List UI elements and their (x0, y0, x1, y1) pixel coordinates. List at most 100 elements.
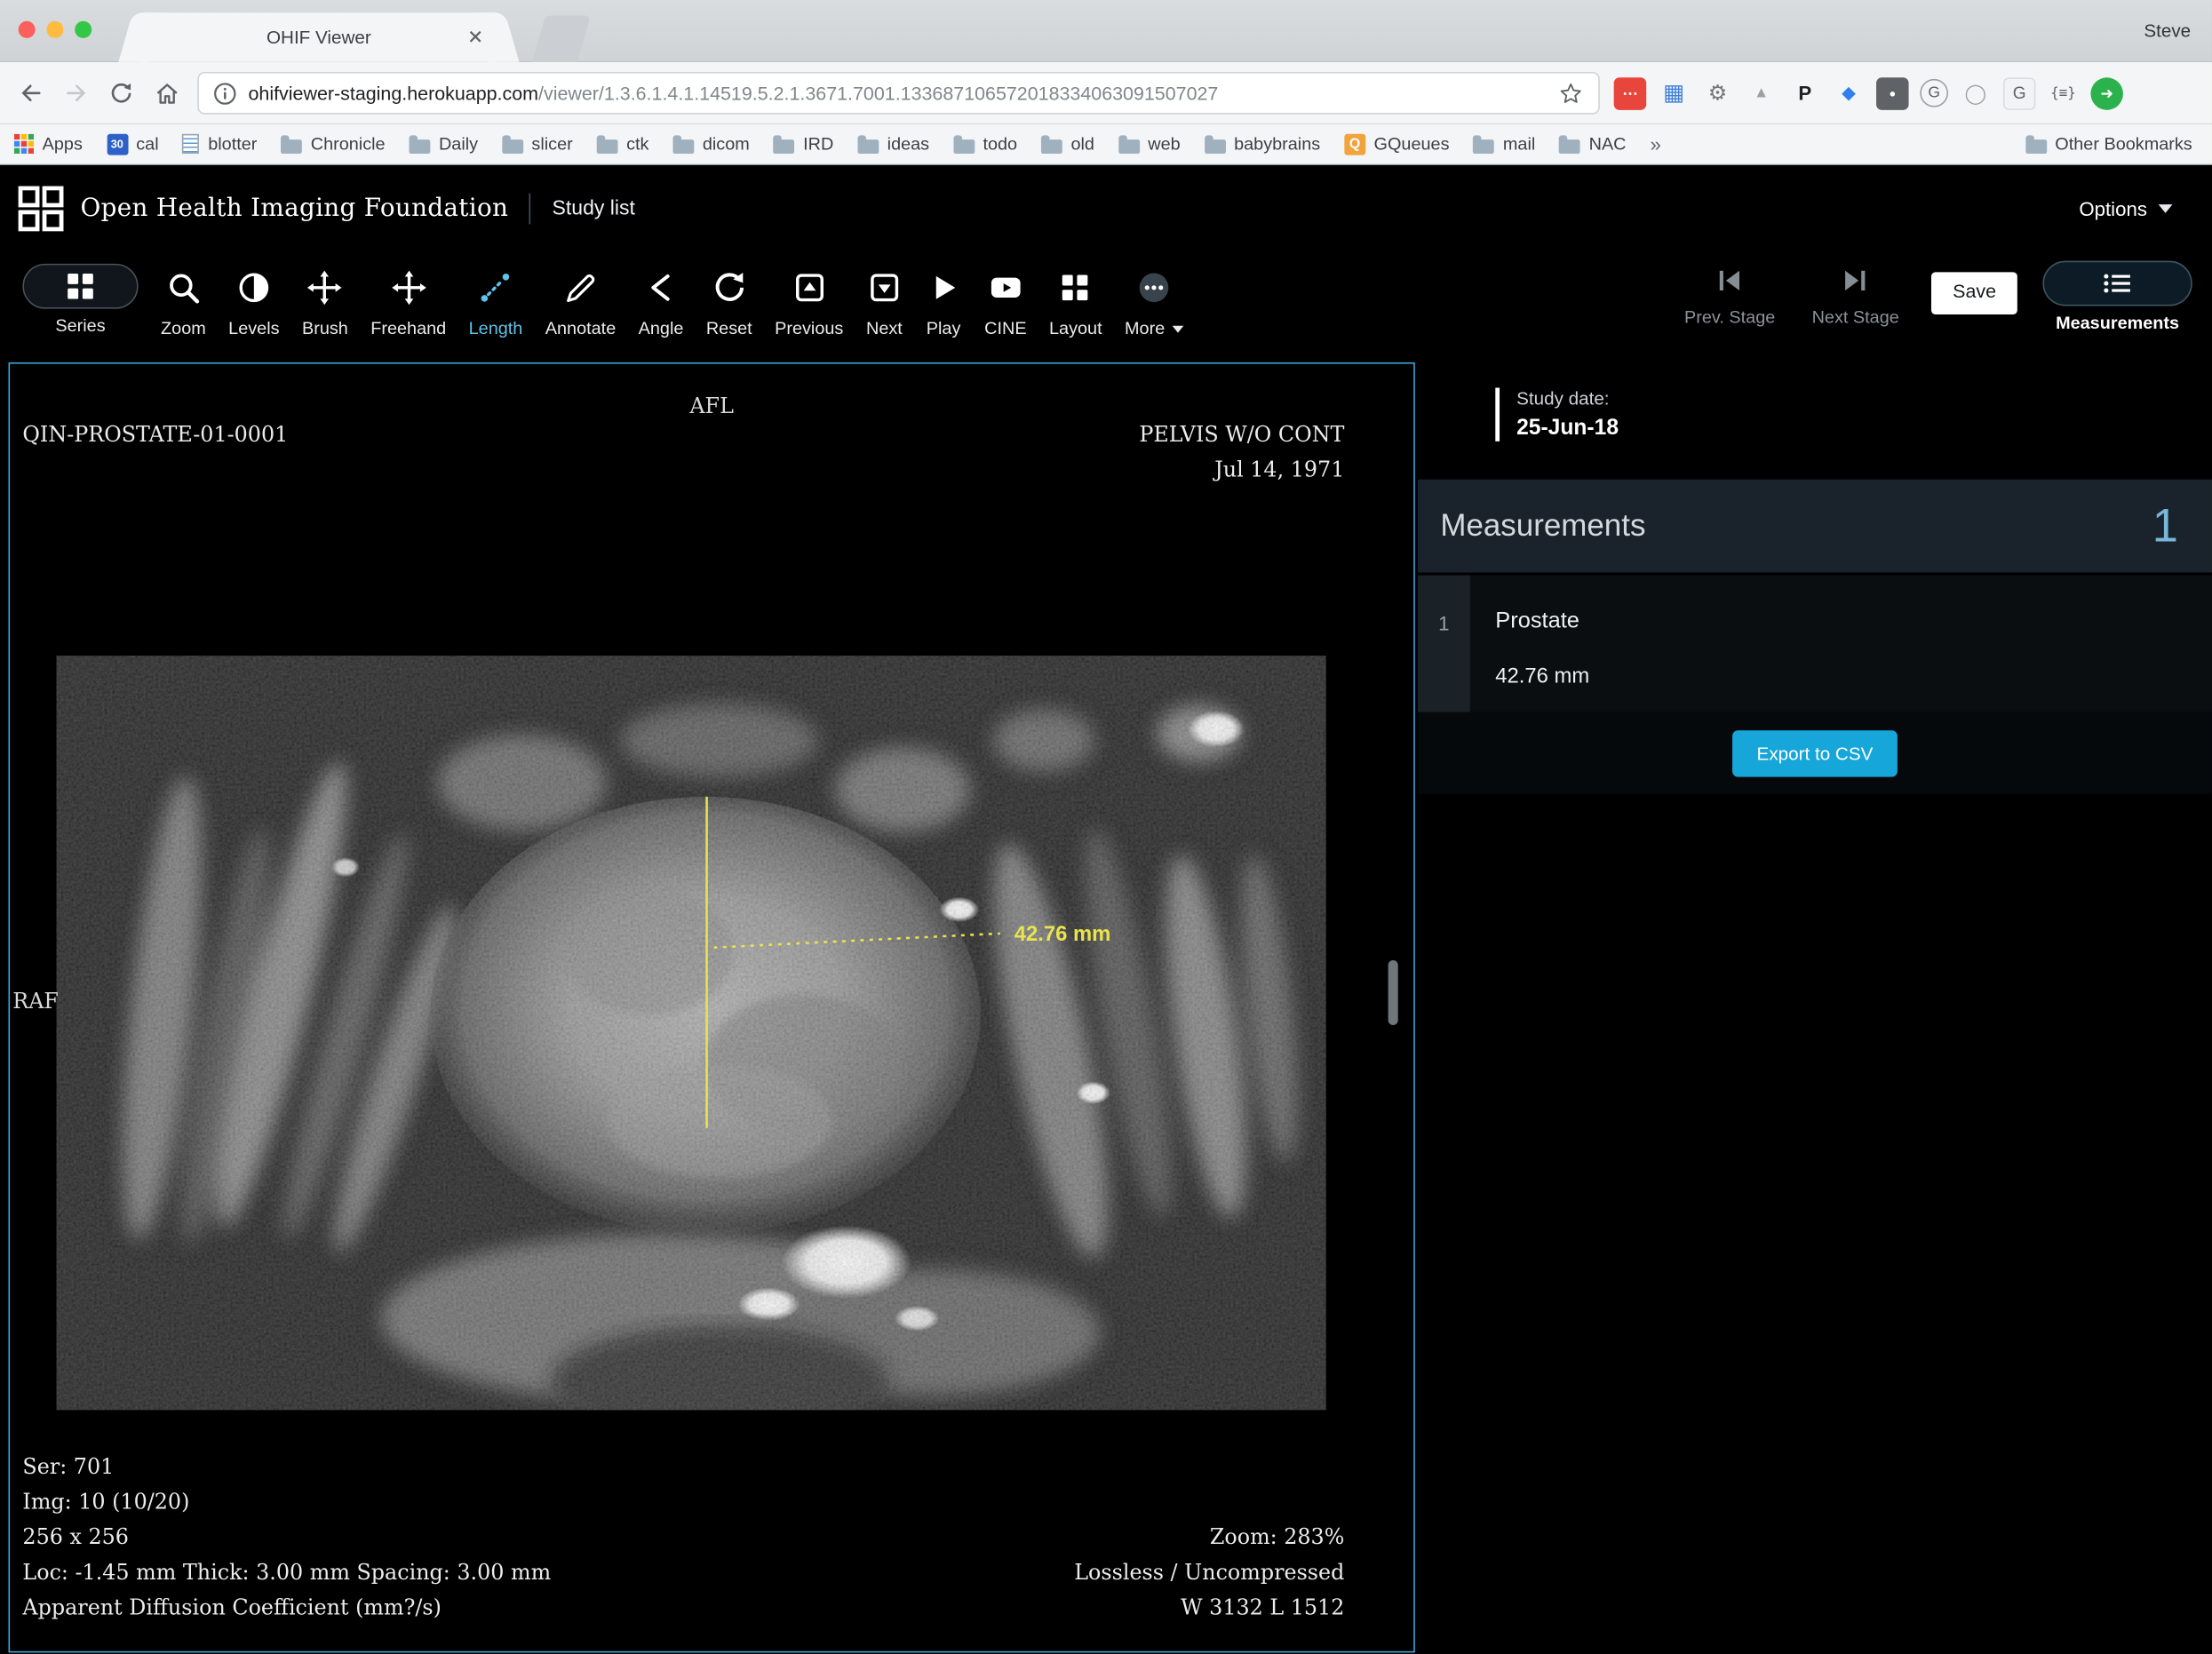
bookmark-mail[interactable]: mail (1474, 134, 1536, 154)
tool-zoom[interactable]: Zoom (149, 252, 217, 338)
home-button[interactable] (144, 70, 189, 115)
close-tab-icon[interactable] (465, 27, 485, 46)
browser-tab[interactable]: OHIF Viewer (141, 12, 497, 62)
bookmark-star-icon[interactable] (1557, 80, 1584, 107)
tool-levels[interactable]: Levels (217, 252, 290, 338)
extension-gear-icon[interactable]: ⚙ (1701, 77, 1734, 110)
url-path: /viewer/1.3.6.1.4.1.14519.5.2.1.3671.700… (538, 83, 1218, 104)
tool-annotate[interactable]: Annotate (534, 252, 627, 338)
length-ruler-icon (477, 264, 513, 312)
bookmark-daily[interactable]: Daily (410, 134, 478, 154)
bookmark-slicer[interactable]: slicer (502, 134, 573, 154)
folder-icon (672, 139, 694, 153)
tool-layout[interactable]: Layout (1038, 252, 1113, 338)
tool-more[interactable]: More (1113, 252, 1194, 338)
tool-length[interactable]: Length (458, 252, 534, 338)
bookmark-apps[interactable]: Apps (14, 134, 83, 154)
reset-arrow-icon (711, 264, 747, 312)
tool-freehand[interactable]: Freehand (360, 252, 458, 338)
forward-icon (62, 79, 91, 107)
more-dots-icon (1135, 264, 1172, 312)
extension-triangle-icon[interactable]: ▲ (1745, 77, 1778, 110)
browser-tab-strip: OHIF Viewer Steve (0, 0, 2212, 62)
extension-red-menu-icon[interactable]: ⋯ (1614, 77, 1647, 110)
tool-previous[interactable]: Previous (763, 252, 855, 338)
bookmark-blotter[interactable]: blotter (183, 134, 258, 154)
export-csv-button[interactable]: Export to CSV (1733, 729, 1898, 775)
extension-g-circle-icon[interactable]: G (1920, 79, 1948, 107)
zoom-window-button[interactable] (75, 21, 92, 38)
bookmark-ctk[interactable]: ctk (597, 134, 649, 154)
measurement-value: 42.76 mm (1495, 664, 1589, 688)
measurement-name: Prostate (1495, 609, 1589, 635)
measurement-row[interactable]: 1 Prostate 42.76 mm (1418, 576, 2212, 712)
extension-p-letter-icon[interactable]: P (1789, 77, 1822, 110)
extension-dark-dot-icon[interactable]: ● (1876, 77, 1909, 110)
toolbar-right: Prev. Stage Next Stage Save (1666, 252, 2200, 362)
bookmark-gqueues[interactable]: Q GQueues (1344, 133, 1449, 155)
folder-icon (1559, 139, 1580, 153)
extension-blue-diamond-icon[interactable]: ◆ (1833, 77, 1866, 110)
measurements-panel-toggle[interactable]: Measurements (2042, 261, 2192, 333)
back-button[interactable] (9, 70, 54, 115)
ohif-toolbar: Series Zoom Levels (0, 252, 2212, 362)
tool-next[interactable]: Next (855, 252, 914, 338)
image-scrollbar-thumb[interactable] (1388, 960, 1398, 1025)
folder-icon (774, 139, 795, 153)
box-arrow-down-icon (866, 264, 903, 312)
bookmark-web[interactable]: web (1118, 134, 1181, 154)
next-stage-button[interactable]: Next Stage (1794, 252, 1917, 327)
address-bar[interactable]: ohifviewer-staging.herokuapp.com/viewer/… (197, 72, 1599, 115)
ohif-logo[interactable]: Open Health Imaging Foundation (17, 185, 508, 233)
tool-reset[interactable]: Reset (695, 252, 763, 338)
apps-grid-icon (14, 134, 34, 154)
bookmark-old[interactable]: old (1041, 134, 1094, 154)
bookmark-cal[interactable]: 30 cal (107, 133, 159, 155)
page-info-icon[interactable] (213, 81, 237, 105)
options-menu[interactable]: Options (2079, 197, 2195, 219)
url-text: ohifviewer-staging.herokuapp.com/viewer/… (248, 83, 1557, 104)
bookmark-ideas[interactable]: ideas (857, 134, 929, 154)
extension-g-square-icon[interactable]: G (2003, 77, 2036, 110)
study-list-link[interactable]: Study list (553, 197, 635, 219)
reload-button[interactable] (99, 70, 144, 115)
extension-green-arrow-icon[interactable]: ➜ (2090, 77, 2123, 110)
tool-brush[interactable]: Brush (290, 252, 359, 338)
play-icon (925, 264, 961, 312)
bookmark-babybrains[interactable]: babybrains (1205, 134, 1320, 154)
new-tab-button[interactable] (532, 15, 591, 61)
chevron-down-icon (2159, 204, 2173, 213)
measurements-title: Measurements (1440, 507, 1645, 544)
prev-stage-button[interactable]: Prev. Stage (1666, 252, 1794, 327)
contrast-icon (235, 264, 272, 312)
bookmarks-overflow-chevron[interactable]: » (1651, 132, 1661, 155)
tool-cine[interactable]: CINE (973, 252, 1038, 338)
save-button[interactable]: Save (1931, 272, 2017, 314)
extension-oval-icon[interactable]: ◯ (1960, 77, 1993, 110)
bookmarks-bar: Apps 30 cal blotter Chronicle Daily slic… (0, 124, 2212, 165)
extension-blue-grid-icon[interactable]: ▦ (1658, 77, 1691, 110)
close-window-button[interactable] (19, 21, 36, 38)
folder-icon (1205, 139, 1226, 153)
header-divider (529, 193, 531, 224)
study-description-overlay: PELVIS W/O CONT Jul 14, 1971 (1139, 417, 1344, 488)
bookmark-other-bookmarks[interactable]: Other Bookmarks (2025, 134, 2192, 154)
bookmark-nac[interactable]: NAC (1559, 134, 1626, 154)
series-grid-icon (22, 264, 138, 309)
bookmark-chronicle[interactable]: Chronicle (281, 134, 385, 154)
bookmark-ird[interactable]: IRD (774, 134, 834, 154)
tool-angle[interactable]: Angle (627, 252, 695, 338)
bookmark-dicom[interactable]: dicom (672, 134, 749, 154)
extension-json-braces-icon[interactable]: {≡} (2047, 77, 2080, 110)
window-controls (19, 21, 92, 38)
minimize-window-button[interactable] (46, 21, 63, 38)
forward-button[interactable] (53, 70, 99, 115)
tool-play[interactable]: Play (914, 252, 974, 338)
folder-icon (1118, 139, 1140, 153)
bookmark-todo[interactable]: todo (953, 134, 1017, 154)
measurement-value-label[interactable]: 42.76 mm (1014, 922, 1111, 946)
tool-series[interactable]: Series (12, 252, 150, 336)
zoom-info-overlay: Zoom: 283% Lossless / Uncompressed W 313… (1074, 1520, 1344, 1626)
image-viewport[interactable]: 42.76 mm QIN-PROSTATE-01-0001 AFL RAF PE… (9, 362, 1415, 1652)
ohif-header: Open Health Imaging Foundation Study lis… (0, 165, 2212, 252)
